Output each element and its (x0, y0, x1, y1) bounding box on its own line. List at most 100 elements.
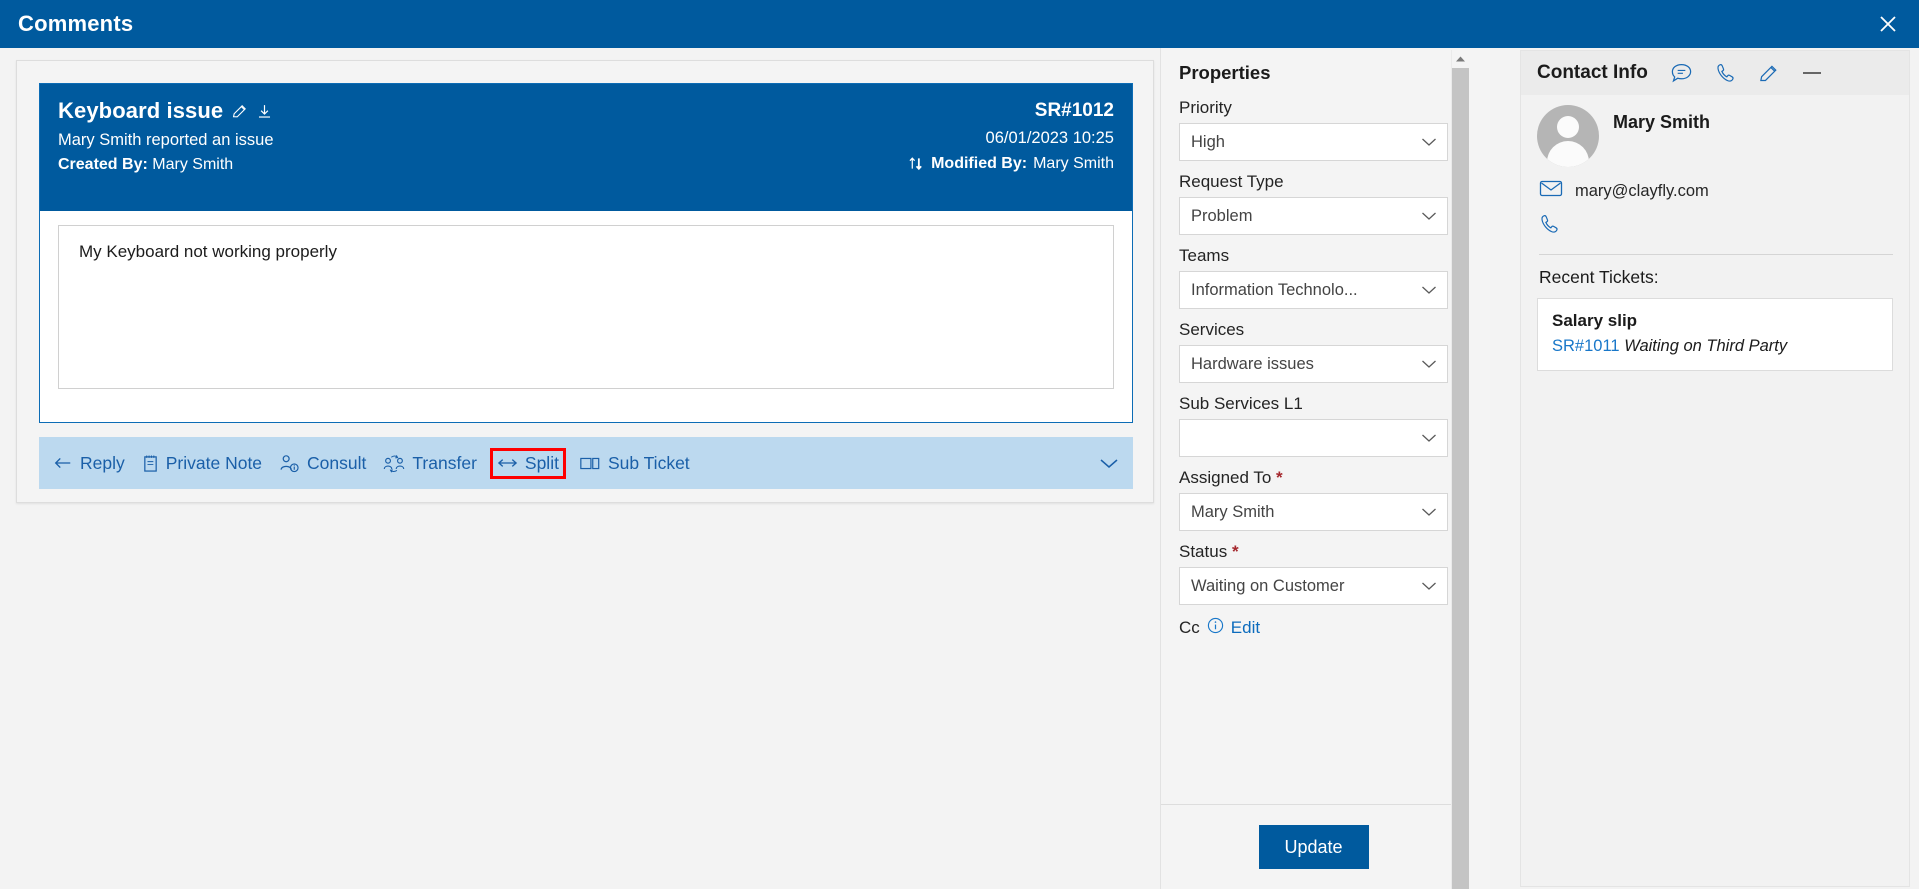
note-icon (143, 454, 157, 472)
sort-updown-icon (909, 157, 922, 171)
properties-panel: Properties Priority High Request Type Pr… (1160, 48, 1490, 889)
recent-ticket-id[interactable]: SR#1011 (1552, 337, 1620, 355)
contact-call-button[interactable] (1715, 62, 1736, 84)
priority-select[interactable]: High (1179, 123, 1448, 161)
cc-info-button[interactable] (1207, 617, 1224, 639)
required-marker: * (1231, 542, 1239, 561)
info-circle-icon (1207, 617, 1223, 634)
close-icon (1880, 16, 1896, 32)
comments-panel: Keyboard issue Mary Smith reported an is… (16, 60, 1154, 503)
request-type-value: Problem (1191, 206, 1253, 225)
ticket-title: Keyboard issue (58, 98, 224, 123)
phone-icon[interactable] (1539, 213, 1560, 240)
status-label-text: Status (1179, 542, 1228, 561)
action-private-note[interactable]: Private Note (142, 453, 262, 474)
cc-row: Cc Edit (1179, 617, 1448, 639)
field-teams: Teams Information Technolo... (1179, 246, 1448, 309)
cc-edit-link[interactable]: Edit (1231, 618, 1260, 638)
properties-heading: Properties (1179, 62, 1271, 83)
chevron-down-icon (1421, 137, 1437, 147)
workspace: Keyboard issue Mary Smith reported an is… (0, 48, 1919, 889)
transfer-people-icon (384, 454, 405, 472)
scrollbar-thumb[interactable] (1452, 68, 1469, 889)
recent-ticket-status: Waiting on Third Party (1624, 337, 1788, 355)
close-button[interactable] (1857, 0, 1919, 48)
edit-ticket-button[interactable] (231, 103, 248, 120)
field-request-type: Request Type Problem (1179, 172, 1448, 235)
ticket-card: Keyboard issue Mary Smith reported an is… (39, 83, 1133, 423)
ticket-id: SR#1012 (1034, 100, 1114, 121)
window-title: Comments (18, 11, 134, 36)
contact-info-heading: Contact Info (1537, 62, 1648, 83)
update-button[interactable]: Update (1258, 825, 1369, 869)
contact-email-row: mary@clayfly.com (1537, 179, 1893, 203)
teams-select[interactable]: Information Technolo... (1179, 271, 1448, 309)
ticket-meta: SR#1012 06/01/2023 10:25 Modified By: Ma… (908, 98, 1114, 175)
action-reply[interactable]: Reply (53, 453, 125, 474)
modified-by-label: Modified By: (931, 154, 1028, 172)
contact-info-panel: Contact Info Mary Smith mary@clayfly.com… (1520, 50, 1910, 887)
download-ticket-button[interactable] (256, 103, 273, 120)
avatar-icon (1537, 105, 1599, 167)
ticket-body: My Keyboard not working properly (40, 211, 1132, 407)
sub-services-l1-select[interactable] (1179, 419, 1448, 457)
assigned-to-value: Mary Smith (1191, 502, 1275, 521)
recent-ticket-item[interactable]: Salary slip SR#1011 Waiting on Third Par… (1537, 298, 1893, 371)
download-icon (259, 104, 271, 118)
contact-phone-row (1537, 213, 1893, 240)
required-marker: * (1276, 468, 1283, 487)
field-sub-services-l1: Sub Services L1 (1179, 394, 1448, 457)
contact-email[interactable]: mary@clayfly.com (1575, 182, 1709, 201)
contact-info-body: Mary Smith mary@clayfly.com Recent Ticke… (1521, 95, 1909, 371)
contact-divider (1539, 254, 1893, 255)
action-transfer[interactable]: Transfer (383, 453, 477, 474)
action-split[interactable]: Split (489, 447, 566, 479)
action-sub-ticket[interactable]: Sub Ticket (579, 453, 690, 474)
chevron-down-icon (1421, 433, 1437, 443)
created-by-value: Mary Smith (152, 156, 234, 173)
action-bar-expand-button[interactable] (1099, 457, 1119, 470)
person-info-icon (280, 454, 299, 472)
field-services-label: Services (1179, 320, 1245, 339)
status-value: Waiting on Customer (1191, 576, 1345, 595)
ticket-message: My Keyboard not working properly (58, 225, 1114, 389)
chevron-down-icon (1421, 507, 1437, 517)
field-teams-label: Teams (1179, 246, 1230, 265)
assigned-to-select[interactable]: Mary Smith (1179, 493, 1448, 531)
properties-scrollbar[interactable] (1451, 50, 1469, 889)
request-type-select[interactable]: Problem (1179, 197, 1448, 235)
action-consult[interactable]: Consult (279, 453, 366, 474)
services-select[interactable]: Hardware issues (1179, 345, 1448, 383)
status-select[interactable]: Waiting on Customer (1179, 567, 1448, 605)
phone-icon (1717, 64, 1734, 82)
envelope-icon (1539, 179, 1563, 203)
priority-value: High (1191, 132, 1225, 151)
ticket-header: Keyboard issue Mary Smith reported an is… (40, 84, 1132, 211)
contact-minimize-button[interactable] (1801, 69, 1823, 77)
contact-chat-button[interactable] (1670, 62, 1693, 84)
action-transfer-label: Transfer (412, 452, 477, 473)
recent-ticket-meta: SR#1011 Waiting on Third Party (1552, 337, 1878, 356)
field-status-label: Status * (1179, 542, 1448, 562)
pencil-icon (233, 104, 247, 117)
recent-ticket-title: Salary slip (1552, 311, 1638, 330)
action-split-label: Split (524, 452, 559, 473)
window-title-bar: Comments (0, 0, 1919, 48)
action-private-note-label: Private Note (165, 452, 263, 473)
chat-icon (1671, 63, 1692, 83)
minimize-icon (1802, 72, 1821, 74)
created-by-label: Created By: (58, 156, 148, 173)
update-button-row: Update (1161, 805, 1466, 889)
field-sub-services-l1-label: Sub Services L1 (1179, 394, 1303, 413)
scrollbar-up-button[interactable] (1452, 50, 1469, 67)
split-arrows-icon (497, 459, 518, 467)
contact-header-icons (1670, 62, 1823, 84)
contact-edit-button[interactable] (1758, 63, 1779, 84)
action-reply-label: Reply (80, 452, 125, 473)
chevron-down-icon (1421, 211, 1437, 221)
field-status: Status * Waiting on Customer (1179, 542, 1448, 605)
modified-by-value: Mary Smith (1033, 154, 1114, 172)
sub-ticket-icon (580, 457, 600, 469)
ticket-modified-by: Modified By: Mary Smith (908, 153, 1114, 175)
contact-person: Mary Smith (1537, 105, 1893, 167)
